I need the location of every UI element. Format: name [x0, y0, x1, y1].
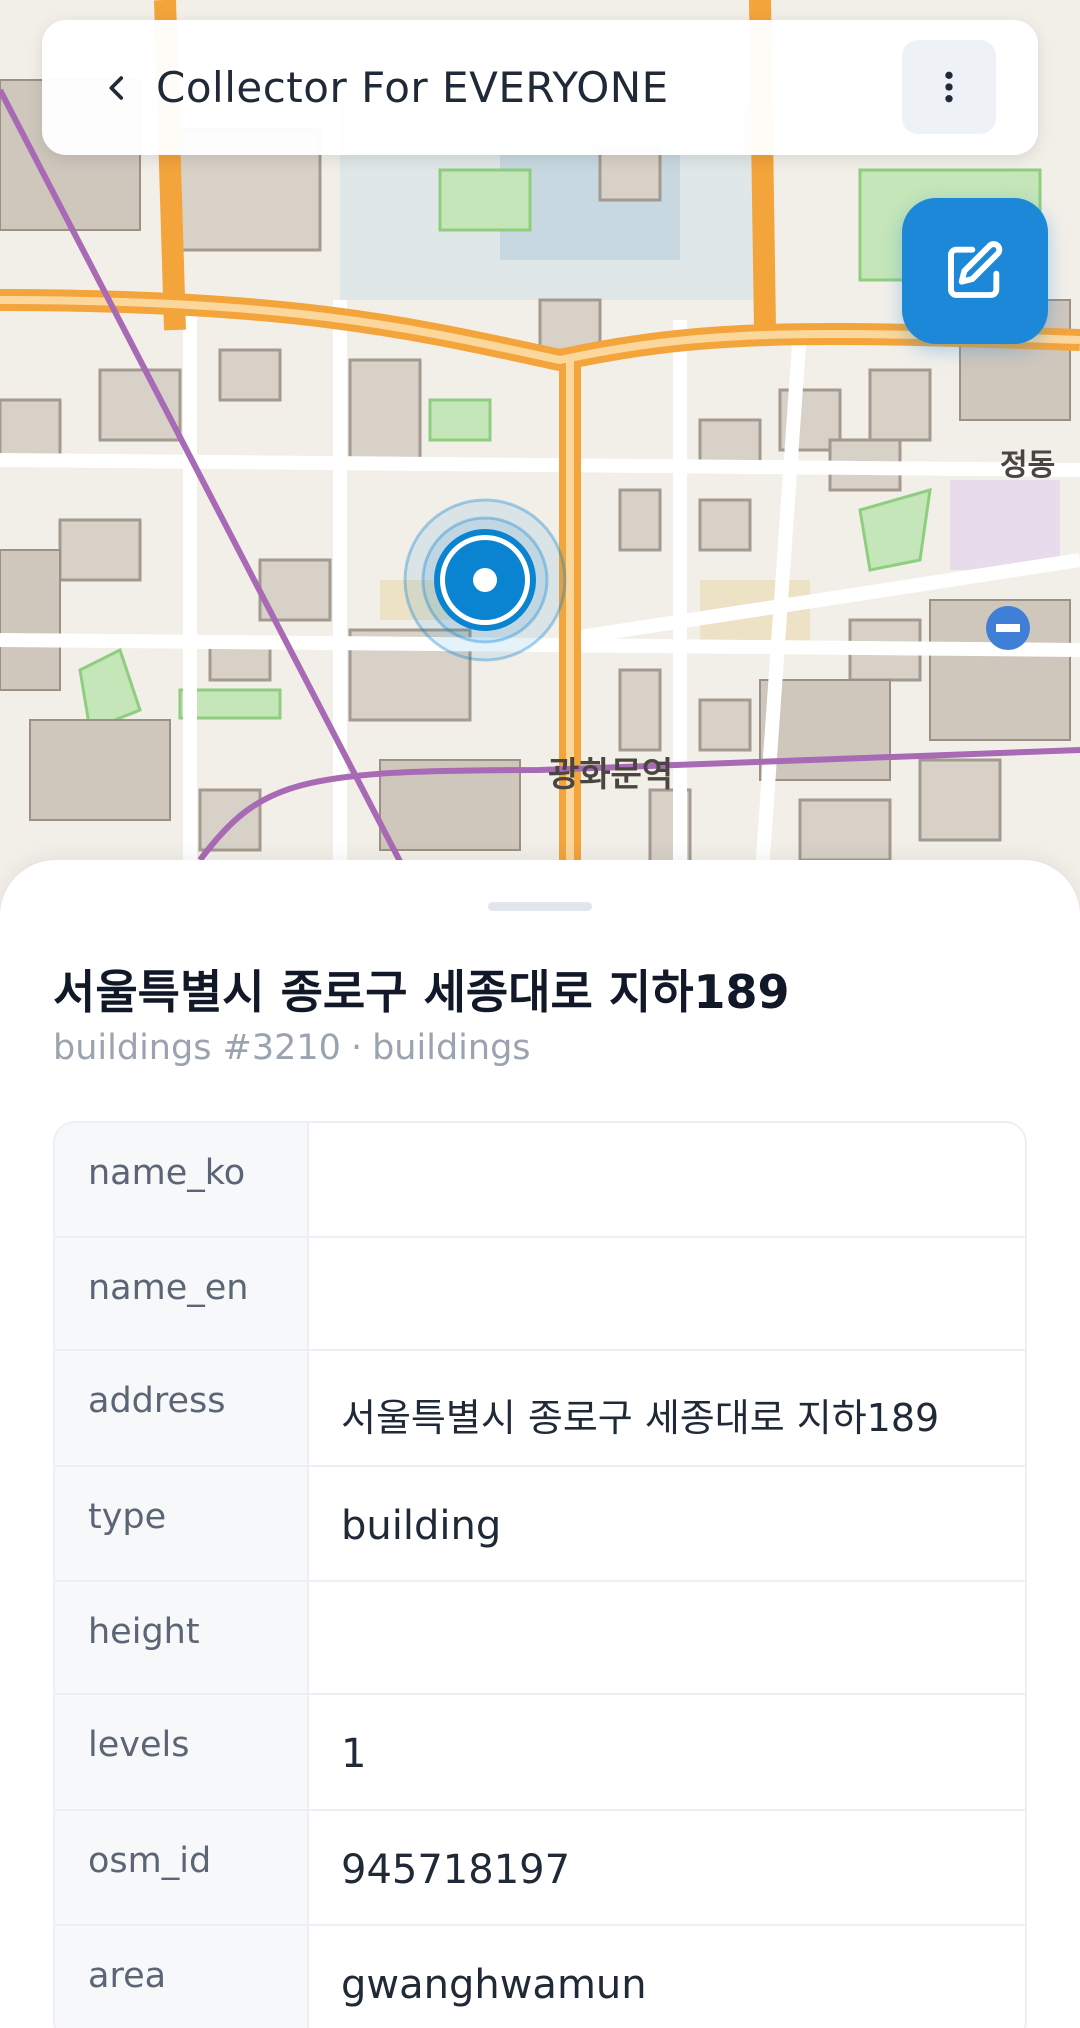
station-label: 광화문역	[548, 755, 673, 795]
property-key: osm_id	[55, 1811, 309, 1924]
property-value: 945718197	[341, 1847, 571, 1893]
property-row-address: address 서울특별시 종로구 세종대로 지하189	[55, 1351, 1025, 1467]
location-marker-icon[interactable]	[403, 498, 567, 662]
property-row-name-en: name_en	[55, 1238, 1025, 1351]
feature-title: 서울특별시 종로구 세종대로 지하189	[53, 965, 790, 1019]
property-value: building	[341, 1503, 502, 1549]
properties-table: name_ko name_en address 서울특별시 종로구 세종대로 지…	[53, 1121, 1027, 2028]
app-title: Collector For EVERYONE	[156, 63, 669, 112]
property-key: levels	[55, 1695, 309, 1809]
property-row-name-ko: name_ko	[55, 1123, 1025, 1238]
district-label: 정동	[1000, 448, 1055, 483]
sheet-drag-handle[interactable]	[488, 902, 592, 911]
edit-button[interactable]	[902, 198, 1048, 344]
more-options-button[interactable]	[902, 40, 996, 134]
property-value	[309, 1238, 1025, 1349]
property-key: name_ko	[55, 1123, 309, 1236]
feature-detail-sheet: 서울특별시 종로구 세종대로 지하189 buildings #3210 · bui…	[0, 860, 1080, 2028]
feature-layer-id: buildings #3210	[53, 1028, 341, 1068]
property-row-area: area gwanghwamun	[55, 1926, 1025, 2028]
property-value	[309, 1582, 1025, 1693]
back-button[interactable]	[82, 53, 152, 123]
property-row-osm-id: osm_id 945718197	[55, 1811, 1025, 1926]
property-row-height: height	[55, 1582, 1025, 1695]
chevron-left-icon	[109, 75, 124, 100]
property-row-levels: levels 1	[55, 1695, 1025, 1811]
property-key: name_en	[55, 1238, 309, 1349]
feature-subtitle: buildings #3210 · buildings	[53, 1028, 531, 1068]
edit-icon	[948, 241, 1003, 298]
poi-icon[interactable]	[986, 606, 1030, 650]
property-value: 서울특별시 종로구 세종대로 지하189	[341, 1396, 940, 1440]
property-value: 1	[341, 1731, 367, 1777]
subtitle-separator: ·	[350, 1028, 363, 1068]
more-vertical-icon	[945, 71, 953, 103]
property-key: address	[55, 1351, 309, 1465]
feature-layer-type: buildings	[372, 1028, 531, 1068]
property-value	[309, 1123, 1025, 1236]
property-value: gwanghwamun	[341, 1962, 647, 2008]
property-key: type	[55, 1467, 309, 1580]
property-row-type: type building	[55, 1467, 1025, 1582]
top-app-bar: Collector For EVERYONE	[42, 20, 1038, 155]
property-key: height	[55, 1582, 309, 1693]
property-key: area	[55, 1926, 309, 2028]
